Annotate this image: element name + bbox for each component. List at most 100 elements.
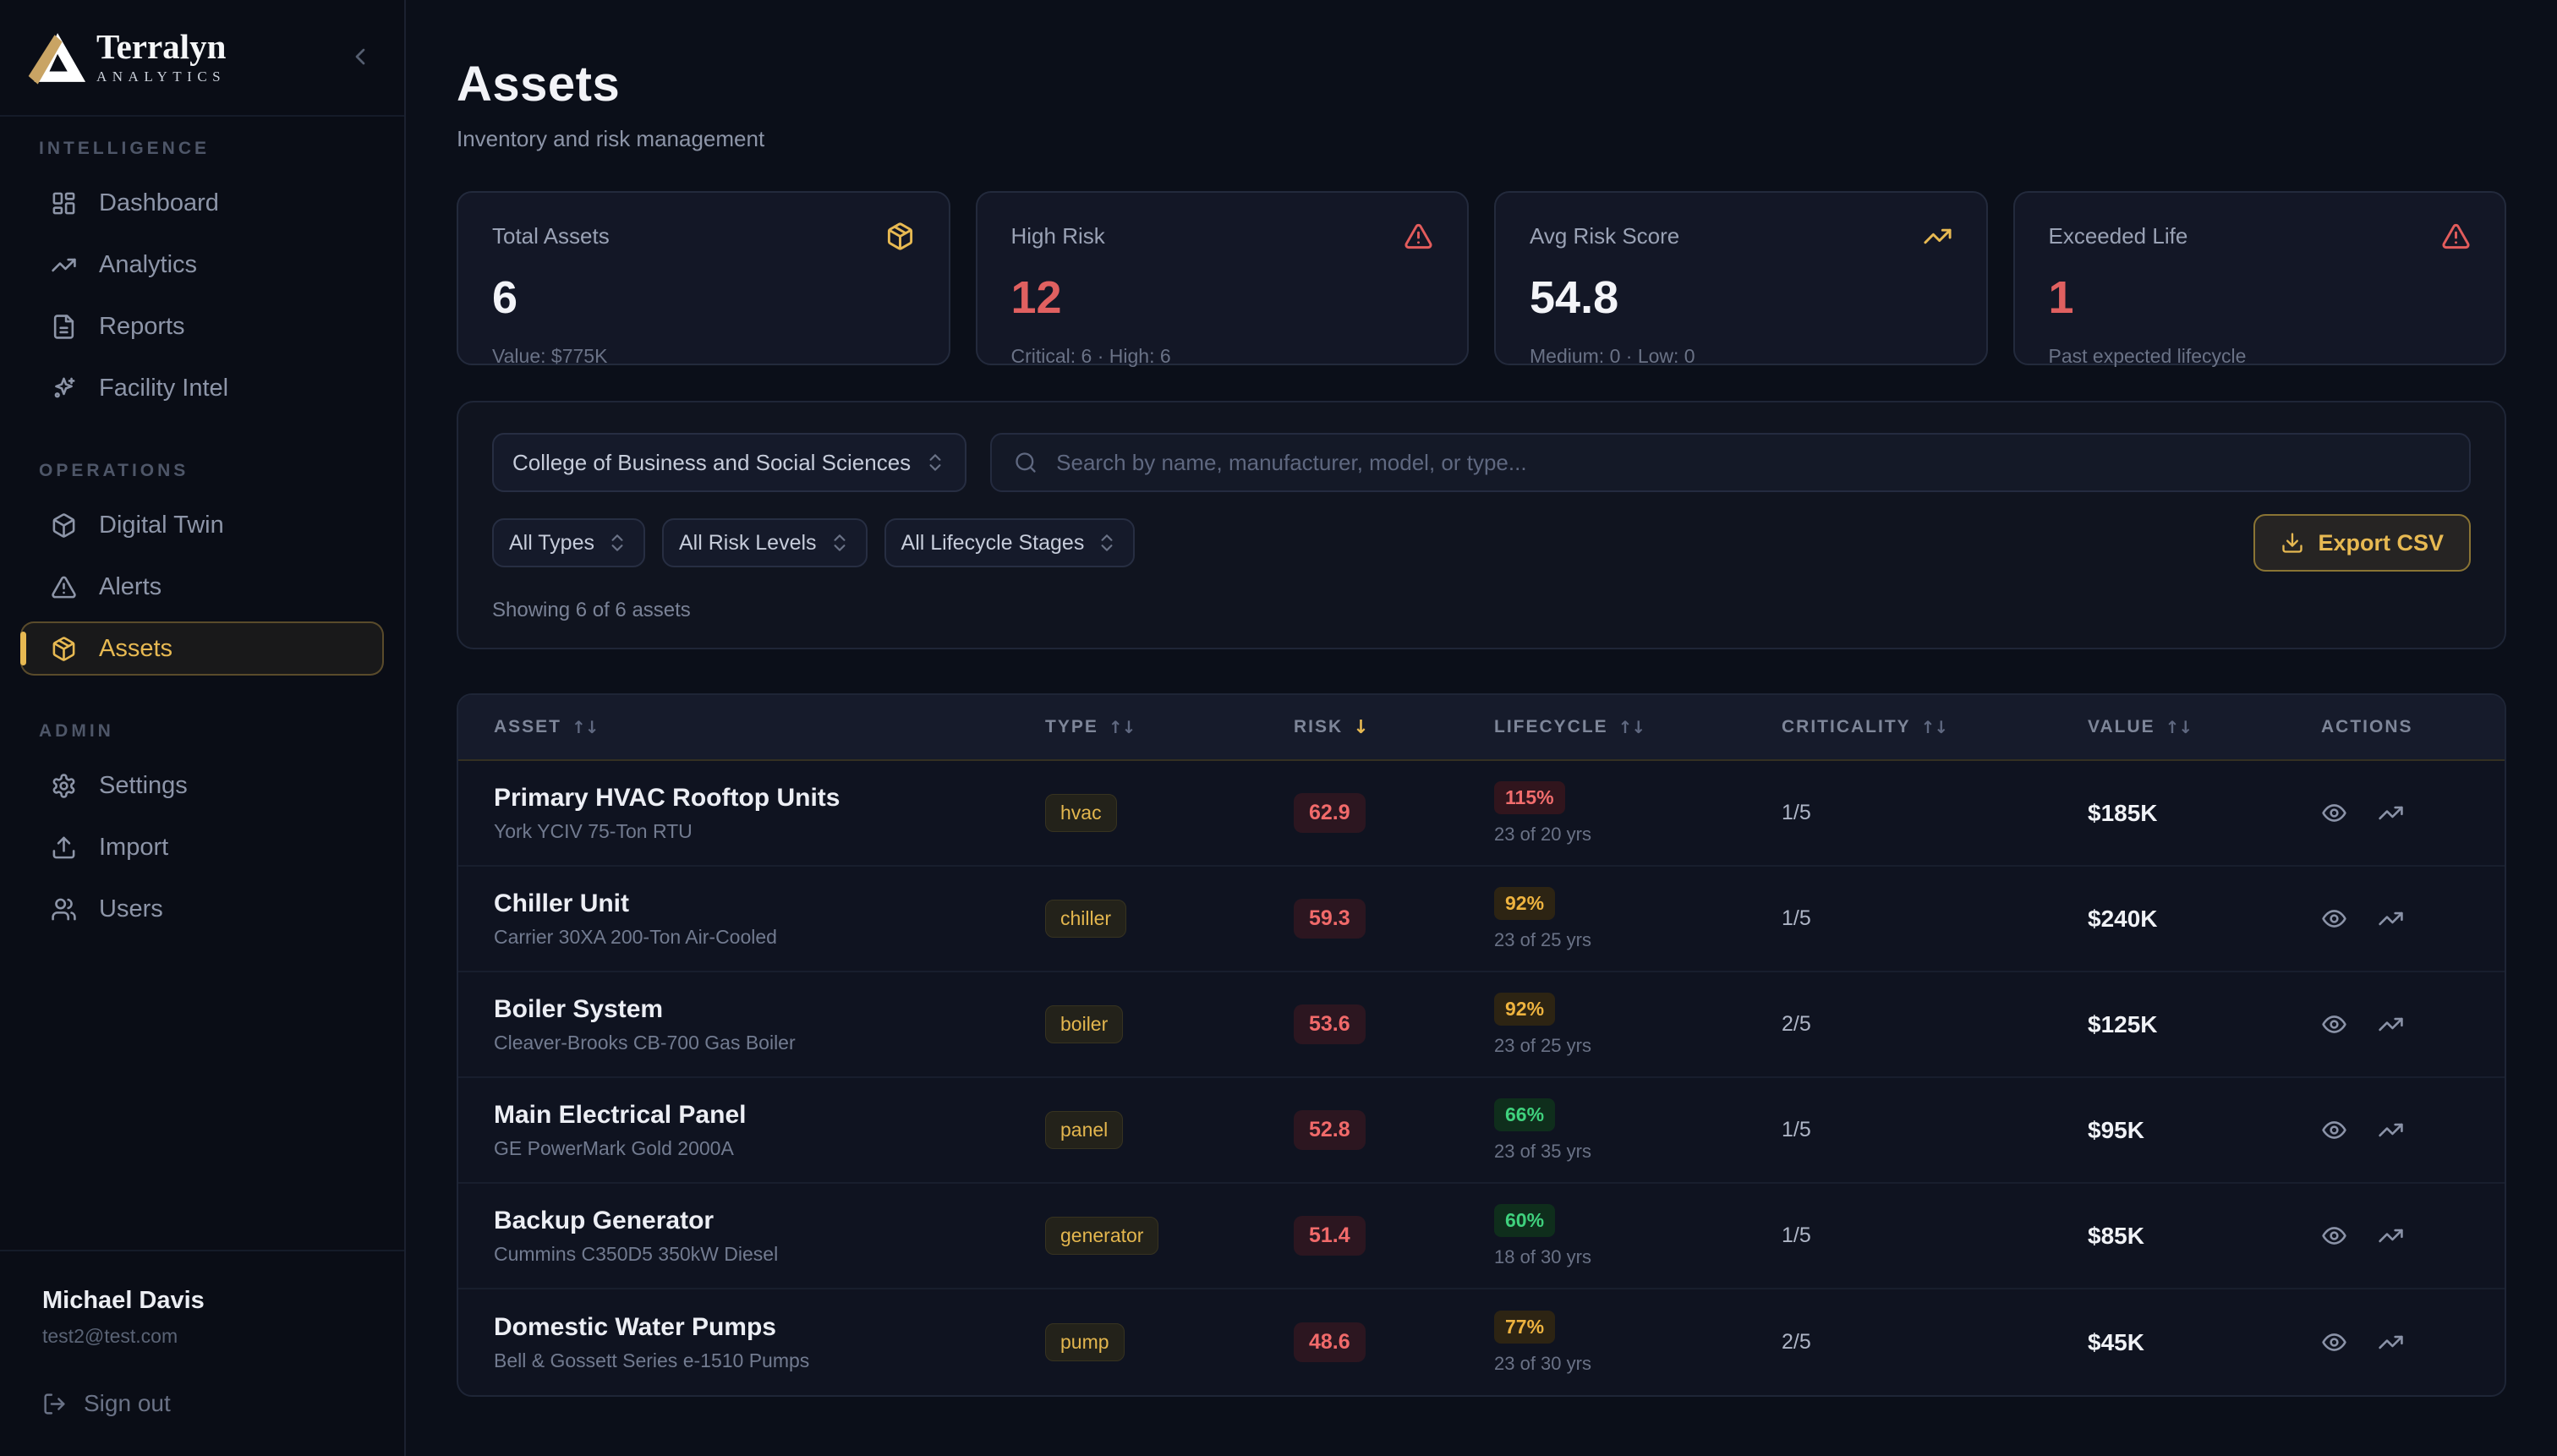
asset-value: $95K (2088, 1117, 2321, 1144)
view-asset-button[interactable] (2321, 1011, 2347, 1037)
type-badge: boiler (1045, 1005, 1123, 1043)
building-select[interactable]: College of Business and Social Sciences (492, 433, 966, 492)
type-badge: chiller (1045, 900, 1126, 938)
sign-out-button[interactable]: Sign out (42, 1390, 171, 1417)
brand-name: Terralyn (96, 30, 226, 64)
sidebar-collapse-button[interactable] (347, 43, 374, 73)
nav-section-admin: ADMIN Settings Import Users (20, 721, 384, 936)
risk-score-badge: 51.4 (1294, 1216, 1366, 1256)
sidebar-item-settings[interactable]: Settings (20, 758, 384, 813)
sign-out-label: Sign out (84, 1390, 171, 1417)
sidebar-item-label: Assets (99, 635, 172, 663)
sidebar-item-import[interactable]: Import (20, 820, 384, 874)
box-icon (51, 512, 77, 539)
lifecycle-years: 23 of 30 yrs (1494, 1353, 1782, 1375)
asset-value: $45K (2088, 1329, 2321, 1356)
asset-model: Cummins C350D5 350kW Diesel (494, 1243, 1045, 1266)
column-header-risk[interactable]: RISK↓ (1294, 717, 1494, 738)
user-email: test2@test.com (42, 1325, 362, 1348)
table-row[interactable]: Main Electrical PanelGE PowerMark Gold 2… (458, 1078, 2505, 1184)
column-header-asset[interactable]: ASSET ↑↓ (494, 717, 1045, 737)
main-content: Assets Inventory and risk management Tot… (406, 0, 2557, 1456)
view-asset-button[interactable] (2321, 906, 2347, 932)
sidebar-item-label: Digital Twin (99, 512, 224, 539)
table-row[interactable]: Boiler SystemCleaver-Brooks CB-700 Gas B… (458, 972, 2505, 1078)
column-label: CRITICALITY (1782, 717, 1911, 737)
file-text-icon (51, 314, 77, 340)
table-row[interactable]: Backup GeneratorCummins C350D5 350kW Die… (458, 1184, 2505, 1289)
column-header-type[interactable]: TYPE↑↓ (1045, 717, 1294, 737)
criticality-value: 2/5 (1782, 1012, 2088, 1037)
risk-filter-select[interactable]: All Risk Levels (662, 518, 868, 567)
view-asset-button[interactable] (2321, 1329, 2347, 1355)
alert-triangle-icon (2441, 222, 2471, 251)
app-window: Terralyn ANALYTICS INTELLIGENCE Dashboar… (0, 0, 2557, 1456)
lifecycle-percent-badge: 92% (1494, 993, 1555, 1026)
asset-trend-button[interactable] (2378, 1329, 2404, 1355)
search-box (990, 433, 2471, 492)
export-csv-button[interactable]: Export CSV (2253, 514, 2471, 572)
asset-model: Cleaver-Brooks CB-700 Gas Boiler (494, 1032, 1045, 1054)
lifecycle-filter-select[interactable]: All Lifecycle Stages (884, 518, 1136, 567)
sidebar-item-reports[interactable]: Reports (20, 299, 384, 353)
stat-value: 1 (2049, 271, 2472, 324)
view-asset-button[interactable] (2321, 1117, 2347, 1143)
view-asset-button[interactable] (2321, 1223, 2347, 1249)
sort-icon: ↑↓ (572, 717, 599, 737)
risk-score-badge: 53.6 (1294, 1004, 1366, 1044)
upload-icon (51, 835, 77, 861)
lifecycle-years: 23 of 35 yrs (1494, 1141, 1782, 1163)
type-badge: pump (1045, 1323, 1125, 1361)
column-header-value[interactable]: VALUE↑↓ (2088, 717, 2321, 737)
sidebar-item-alerts[interactable]: Alerts (20, 560, 384, 614)
sort-desc-icon: ↓ (1353, 717, 1367, 738)
package-icon (51, 636, 77, 662)
sort-icon: ↑↓ (1618, 717, 1645, 737)
table-row[interactable]: Primary HVAC Rooftop UnitsYork YCIV 75-T… (458, 761, 2505, 867)
sort-icon: ↑↓ (2166, 717, 2193, 737)
asset-model: Bell & Gossett Series e-1510 Pumps (494, 1349, 1045, 1372)
asset-value: $240K (2088, 906, 2321, 933)
sidebar-item-dashboard[interactable]: Dashboard (20, 176, 384, 230)
column-header-lifecycle[interactable]: LIFECYCLE↑↓ (1494, 717, 1782, 737)
search-input[interactable] (1054, 449, 2447, 477)
section-label: INTELLIGENCE (39, 139, 384, 159)
type-filter-select[interactable]: All Types (492, 518, 645, 567)
lifecycle-years: 23 of 25 yrs (1494, 1035, 1782, 1057)
stat-label: Avg Risk Score (1530, 223, 1679, 249)
criticality-value: 2/5 (1782, 1330, 2088, 1355)
asset-value: $85K (2088, 1223, 2321, 1250)
view-asset-button[interactable] (2321, 800, 2347, 826)
sidebar-item-digital-twin[interactable]: Digital Twin (20, 498, 384, 552)
lifecycle-percent-badge: 60% (1494, 1204, 1555, 1237)
chevron-left-icon (347, 43, 374, 70)
column-label: ASSET (494, 717, 561, 737)
lifecycle-percent-badge: 77% (1494, 1311, 1555, 1344)
stat-value: 6 (492, 271, 915, 324)
sidebar-item-analytics[interactable]: Analytics (20, 238, 384, 292)
asset-trend-button[interactable] (2378, 1011, 2404, 1037)
sidebar-item-label: Settings (99, 772, 188, 800)
sparkles-icon (51, 375, 77, 402)
asset-trend-button[interactable] (2378, 1223, 2404, 1249)
asset-model: York YCIV 75-Ton RTU (494, 820, 1045, 843)
sidebar-item-assets[interactable]: Assets (20, 621, 384, 676)
asset-trend-button[interactable] (2378, 1117, 2404, 1143)
stat-subtext: Value: $775K (492, 345, 915, 368)
lifecycle-years: 23 of 20 yrs (1494, 824, 1782, 846)
asset-trend-button[interactable] (2378, 906, 2404, 932)
eye-icon (2321, 1329, 2347, 1355)
table-row[interactable]: Domestic Water PumpsBell & Gossett Serie… (458, 1289, 2505, 1395)
asset-trend-button[interactable] (2378, 800, 2404, 826)
criticality-value: 1/5 (1782, 801, 2088, 825)
asset-name: Chiller Unit (494, 889, 1045, 918)
sidebar-item-facility-intel[interactable]: Facility Intel (20, 361, 384, 415)
chevrons-up-down-icon (606, 532, 628, 554)
section-label: OPERATIONS (39, 461, 384, 481)
sidebar: Terralyn ANALYTICS INTELLIGENCE Dashboar… (0, 0, 406, 1456)
sidebar-item-users[interactable]: Users (20, 882, 384, 936)
table-row[interactable]: Chiller UnitCarrier 30XA 200-Ton Air-Coo… (458, 867, 2505, 972)
column-header-criticality[interactable]: CRITICALITY↑↓ (1782, 717, 2088, 737)
download-icon (2280, 531, 2304, 555)
type-badge: generator (1045, 1217, 1158, 1255)
